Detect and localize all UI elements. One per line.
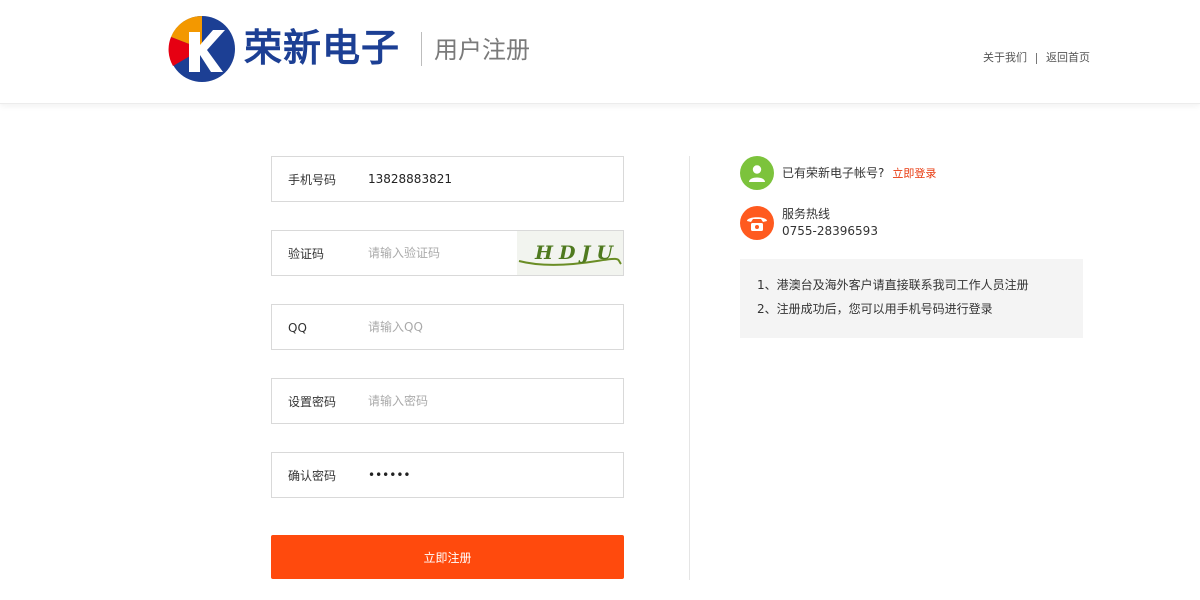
vertical-divider — [689, 156, 690, 580]
page-title: 用户注册 — [434, 36, 530, 64]
notice-item: 2、注册成功后，您可以用手机号码进行登录 — [757, 302, 993, 316]
company-logo[interactable] — [167, 14, 237, 84]
qq-input[interactable] — [368, 313, 608, 341]
title-divider — [421, 32, 422, 66]
captcha-input[interactable] — [368, 239, 508, 267]
account-prompt: 已有荣新电子帐号? — [782, 165, 885, 180]
captcha-image[interactable]: HDJU — [517, 231, 623, 275]
hotline-row: 服务热线 0755-28396593 — [740, 206, 878, 240]
qq-label: QQ — [288, 321, 307, 335]
phone-icon — [740, 206, 774, 240]
hotline-label: 服务热线 — [782, 207, 831, 221]
confirm-password-label: 确认密码 — [288, 469, 337, 483]
login-link[interactable]: 立即登录 — [892, 165, 936, 181]
phone-field[interactable]: 手机号码 — [271, 156, 624, 202]
about-us-link[interactable]: 关于我们 — [983, 50, 1027, 66]
hotline-number: 0755-28396593 — [782, 224, 878, 238]
captcha-field[interactable]: 验证码 HDJU — [271, 230, 624, 276]
password-input[interactable] — [368, 387, 608, 415]
notice-item: 1、港澳台及海外客户请直接联系我司工作人员注册 — [757, 278, 1029, 292]
phone-label: 手机号码 — [288, 173, 337, 187]
existing-account-row: 已有荣新电子帐号? 立即登录 — [740, 156, 936, 190]
captcha-label: 验证码 — [288, 247, 325, 261]
qq-field[interactable]: QQ — [271, 304, 624, 350]
register-button[interactable]: 立即注册 — [271, 535, 624, 579]
hotline-info: 服务热线 0755-28396593 — [782, 206, 878, 240]
captcha-code: HDJU — [534, 242, 619, 264]
top-links: 关于我们 返回首页 — [983, 50, 1090, 66]
back-home-link[interactable]: 返回首页 — [1046, 50, 1090, 66]
password-field[interactable]: 设置密码 — [271, 378, 624, 424]
notice-box: 1、港澳台及海外客户请直接联系我司工作人员注册 2、注册成功后，您可以用手机号码… — [740, 259, 1083, 338]
confirm-password-field[interactable]: 确认密码 — [271, 452, 624, 498]
phone-input[interactable] — [368, 165, 608, 193]
password-label: 设置密码 — [288, 395, 337, 409]
link-separator — [1036, 52, 1037, 64]
site-header: 荣新电子 用户注册 关于我们 返回首页 — [0, 0, 1200, 104]
user-icon — [740, 156, 774, 190]
confirm-password-input[interactable] — [368, 461, 608, 489]
brand-name: 荣新电子 — [244, 26, 401, 70]
